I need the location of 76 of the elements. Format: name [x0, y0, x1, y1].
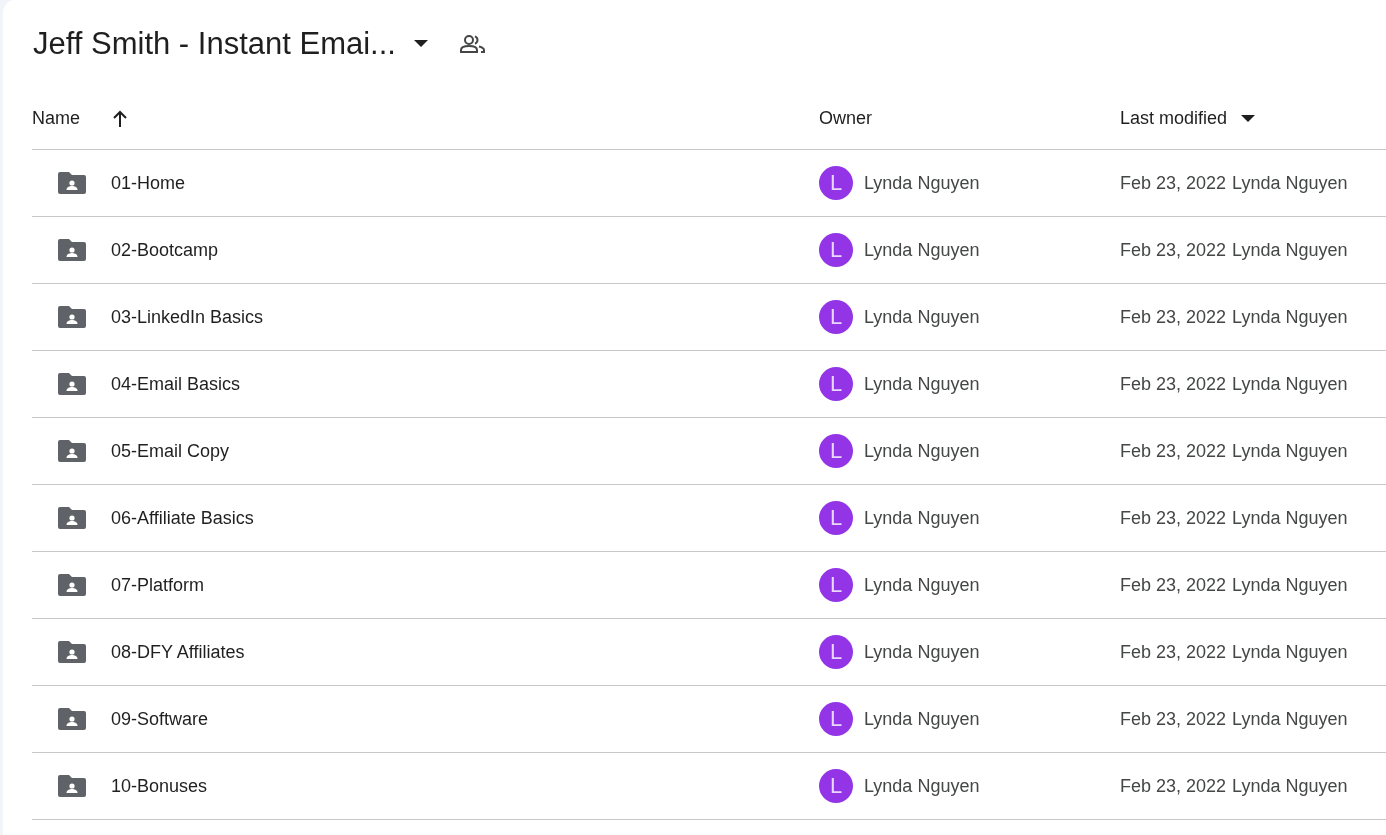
- shared-folder-icon: [57, 238, 87, 262]
- shared-folder-icon: [57, 305, 87, 329]
- modified-date: Feb 23, 2022: [1120, 507, 1227, 529]
- folder-row[interactable]: 10-Bonuses L Lynda Nguyen Feb 23, 2022 Lynda Nguyen: [32, 753, 1386, 820]
- folder-row[interactable]: 04-Email Basics L Lynda Nguyen Feb 23, 2022 Lynda Nguyen: [32, 351, 1386, 418]
- folder-name: 04-Email Basics: [111, 373, 241, 395]
- owner-avatar: L: [819, 501, 853, 535]
- owner-avatar: L: [819, 434, 853, 468]
- owner-name: Lynda Nguyen: [864, 306, 980, 328]
- modified-date: Feb 23, 2022: [1120, 641, 1227, 663]
- folder-row[interactable]: 02-Bootcamp L Lynda Nguyen Feb 23, 2022 Lynda Nguyen: [32, 217, 1386, 284]
- folder-name: 07-Platform: [111, 574, 205, 596]
- folder-row[interactable]: 09-Software L Lynda Nguyen Feb 23, 2022 Lynda Nguyen: [32, 686, 1386, 753]
- shared-folder-icon: [57, 506, 87, 530]
- modified-date: Feb 23, 2022: [1120, 574, 1227, 596]
- folder-name: 09-Software: [111, 708, 209, 730]
- folder-title-button[interactable]: Jeff Smith - Instant Emai...: [25, 20, 436, 68]
- owner-avatar: L: [819, 367, 853, 401]
- modified-by: Lynda Nguyen: [1232, 373, 1348, 395]
- shared-folder-icon: [57, 573, 87, 597]
- modified-date: Feb 23, 2022: [1120, 440, 1227, 462]
- modified-by: Lynda Nguyen: [1232, 641, 1348, 663]
- folder-name: 08-DFY Affiliates: [111, 641, 245, 663]
- folder-row[interactable]: 05-Email Copy L Lynda Nguyen Feb 23, 2022 Lynda Nguyen: [32, 418, 1386, 485]
- shared-folder-icon: [57, 707, 87, 731]
- owner-avatar: L: [819, 635, 853, 669]
- modified-by: Lynda Nguyen: [1232, 574, 1348, 596]
- modified-date: Feb 23, 2022: [1120, 239, 1227, 261]
- column-header[interactable]: Last modified: [1120, 108, 1228, 129]
- owner-avatar: L: [819, 702, 853, 736]
- modified-by: Lynda Nguyen: [1232, 172, 1348, 194]
- folder-name: 01-Home: [111, 172, 186, 194]
- column-header[interactable]: Owner: [819, 108, 872, 129]
- folder-row[interactable]: 06-Affiliate Basics L Lynda Nguyen Feb 23, 2022 Lynda Nguyen: [32, 485, 1386, 552]
- folder-name: 10-Bonuses: [111, 775, 208, 797]
- folder-row[interactable]: 07-Platform L Lynda Nguyen Feb 23, 2022 Lynda Nguyen: [32, 552, 1386, 619]
- modified-by: Lynda Nguyen: [1232, 507, 1348, 529]
- owner-name: Lynda Nguyen: [864, 574, 980, 596]
- shared-folder-icon: [57, 372, 87, 396]
- folder-row[interactable]: 08-DFY Affiliates L Lynda Nguyen Feb 23, 2022 Lynda Nguyen: [32, 619, 1386, 686]
- folder-name: 02-Bootcamp: [111, 239, 219, 261]
- folder-name: 06-Affiliate Basics: [111, 507, 254, 529]
- owner-avatar: L: [819, 769, 853, 803]
- modified-by: Lynda Nguyen: [1232, 306, 1348, 328]
- folder-row[interactable]: 01-Home L Lynda Nguyen Feb 23, 2022 Lynda Nguyen: [32, 150, 1386, 217]
- owner-avatar: L: [819, 300, 853, 334]
- owner-name: Lynda Nguyen: [864, 239, 980, 261]
- owner-avatar: L: [819, 166, 853, 200]
- owner-avatar: L: [819, 233, 853, 267]
- owner-name: Lynda Nguyen: [864, 507, 980, 529]
- modified-date: Feb 23, 2022: [1120, 373, 1227, 395]
- folder-name: 05-Email Copy: [111, 440, 230, 462]
- shared-folder-icon: [57, 774, 87, 798]
- owner-avatar: L: [819, 568, 853, 602]
- folder-name: 03-LinkedIn Basics: [111, 306, 264, 328]
- folder-row[interactable]: 03-LinkedIn Basics L Lynda Nguyen Feb 23, 2022 Lynda Nguyen: [32, 284, 1386, 351]
- owner-name: Lynda Nguyen: [864, 775, 980, 797]
- modified-by: Lynda Nguyen: [1232, 239, 1348, 261]
- shared-folder-icon: [57, 171, 87, 195]
- owner-name: Lynda Nguyen: [864, 172, 980, 194]
- owner-name: Lynda Nguyen: [864, 641, 980, 663]
- modified-date: Feb 23, 2022: [1120, 172, 1227, 194]
- owner-name: Lynda Nguyen: [864, 373, 980, 395]
- modified-date: Feb 23, 2022: [1120, 306, 1227, 328]
- column-header[interactable]: Name: [32, 108, 80, 129]
- shared-people-icon: [459, 34, 486, 54]
- modified-by: Lynda Nguyen: [1232, 775, 1348, 797]
- modified-date: Feb 23, 2022: [1120, 708, 1227, 730]
- shared-folder-icon: [57, 439, 87, 463]
- shared-folder-icon: [57, 640, 87, 664]
- caret-icon: [413, 40, 428, 48]
- modified-by: Lynda Nguyen: [1232, 708, 1348, 730]
- owner-name: Lynda Nguyen: [864, 708, 980, 730]
- modified-by: Lynda Nguyen: [1232, 440, 1348, 462]
- modified-date: Feb 23, 2022: [1120, 775, 1227, 797]
- owner-name: Lynda Nguyen: [864, 440, 980, 462]
